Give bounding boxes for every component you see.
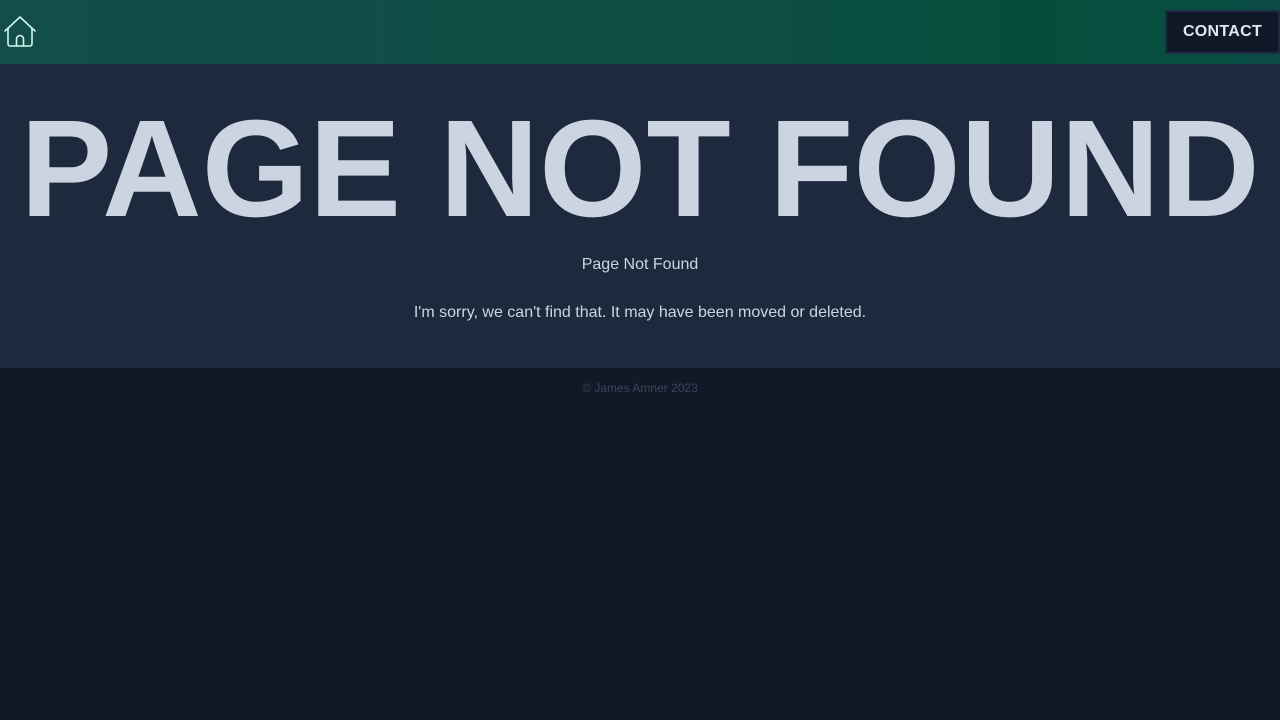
page-title: PAGE NOT FOUND [20,92,1260,246]
home-icon [2,14,38,50]
contact-button[interactable]: CONTACT [1165,10,1280,54]
copyright-text: © James Amner 2023 [582,381,698,395]
error-subtitle: Page Not Found [581,256,699,273]
error-section: PAGE NOT FOUND Page Not Found I'm sorry,… [0,64,1280,368]
site-header: CONTACT [0,0,1280,64]
site-footer: © James Amner 2023 [0,368,1280,720]
home-link[interactable] [2,14,38,50]
error-message: I'm sorry, we can't find that. It may ha… [413,304,867,321]
